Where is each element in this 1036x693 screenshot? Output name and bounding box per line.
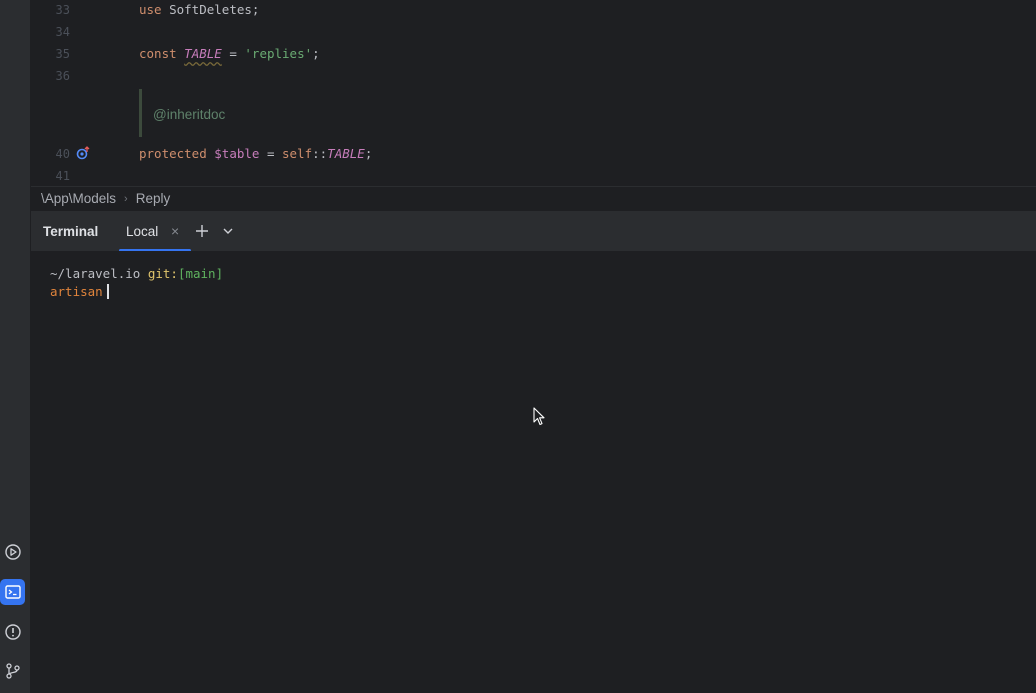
tab-local[interactable]: Local × [119, 211, 191, 252]
line-number: 33 [55, 3, 70, 17]
tool-window-strip [0, 0, 31, 693]
string-literal: 'replies' [244, 46, 313, 61]
code-line-40: protected $table = self::TABLE; [139, 146, 372, 161]
run-services-button[interactable] [0, 539, 25, 565]
terminator: ; [364, 146, 373, 161]
line-number: 34 [55, 25, 70, 39]
close-icon[interactable]: × [171, 223, 179, 239]
property-variable: $table [214, 146, 260, 161]
code-line-35: const TABLE = 'replies'; [139, 46, 320, 61]
doc-comment-bar [139, 89, 142, 137]
self-keyword: self [282, 146, 313, 161]
trait-name: SoftDeletes; [169, 2, 260, 17]
chevron-down-icon [223, 228, 233, 234]
scope-operator: :: [312, 146, 328, 161]
doc-comment: @inheritdoc [153, 107, 226, 122]
line-number: 35 [55, 47, 70, 61]
git-branch-icon [5, 663, 20, 679]
problems-tool-button[interactable] [0, 619, 25, 645]
problems-icon [4, 624, 21, 640]
constant-name: TABLE [184, 46, 222, 61]
mouse-pointer-icon [533, 407, 545, 426]
git-tool-button[interactable] [0, 658, 25, 684]
typed-command: artisan [50, 284, 103, 299]
terminator: ; [312, 46, 320, 61]
git-branch: [main] [177, 266, 224, 281]
git-label: git: [147, 266, 178, 281]
code-editor[interactable]: 33 34 35 36 40 41 use SoftDeletes; const… [31, 0, 1036, 186]
override-method-icon[interactable] [75, 145, 91, 161]
line-number: 41 [55, 169, 70, 183]
line-number: 40 [55, 147, 70, 161]
breadcrumb-class[interactable]: Reply [136, 191, 171, 206]
run-icon [4, 544, 21, 560]
keyword: const [139, 46, 177, 61]
terminal-icon [4, 585, 21, 599]
operator: = [221, 46, 245, 61]
keyword: use [139, 2, 162, 17]
plus-icon [196, 225, 208, 237]
tab-label: Local [126, 224, 159, 239]
terminal-output[interactable]: ~/laravel.io git:[main] artisan [31, 251, 1036, 693]
operator: = [259, 146, 282, 161]
breadcrumb-namespace[interactable]: \App\Models [41, 191, 116, 206]
breadcrumb: \App\Models › Reply [31, 186, 1036, 210]
text-cursor [106, 284, 109, 299]
command-line[interactable]: artisan [50, 284, 109, 299]
terminal-tool-button[interactable] [0, 579, 25, 605]
terminal-title: Terminal [43, 224, 99, 239]
constant-name: TABLE [327, 146, 365, 161]
line-number: 36 [55, 69, 70, 83]
chevron-right-icon: › [124, 192, 128, 205]
prompt-line: ~/laravel.io git:[main] [50, 266, 223, 281]
prompt-path: ~/laravel.io [50, 266, 141, 281]
line-number-gutter: 33 34 35 36 40 41 [31, 0, 105, 186]
tab-options-button[interactable] [219, 222, 237, 240]
new-tab-button[interactable] [193, 222, 211, 240]
keyword: protected [139, 146, 207, 161]
terminal-header: Terminal Local × [31, 210, 1036, 252]
code-line-33: use SoftDeletes; [139, 2, 259, 17]
